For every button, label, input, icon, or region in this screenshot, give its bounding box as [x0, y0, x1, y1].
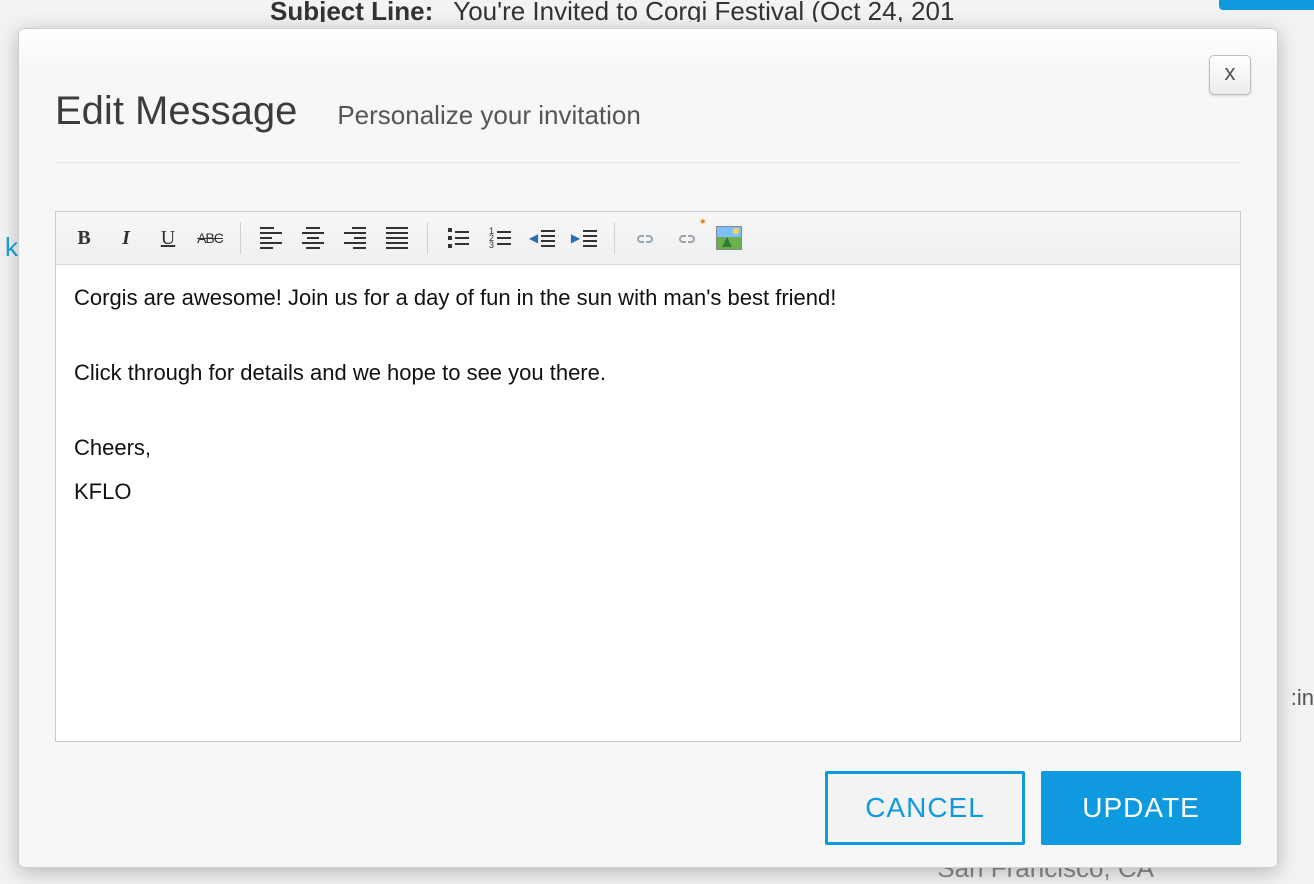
- message-paragraph: Corgis are awesome! Join us for a day of…: [74, 283, 1222, 314]
- align-right-button[interactable]: [337, 221, 373, 255]
- unordered-list-button[interactable]: [440, 221, 476, 255]
- modal-title: Edit Message: [55, 89, 297, 134]
- align-justify-button[interactable]: [379, 221, 415, 255]
- background-left-text-fragment: k: [0, 232, 18, 263]
- toolbar-separator: [427, 222, 428, 254]
- message-paragraph: Cheers,: [74, 433, 1222, 464]
- message-signature: KFLO: [74, 477, 1222, 508]
- remove-link-button[interactable]: ✶: [669, 221, 705, 255]
- insert-link-button[interactable]: [627, 221, 663, 255]
- message-body-input[interactable]: Corgis are awesome! Join us for a day of…: [56, 265, 1240, 741]
- bold-button[interactable]: B: [66, 221, 102, 255]
- indent-button[interactable]: ▶: [566, 221, 602, 255]
- subject-line-value: You're Invited to Corgi Festival (Oct 24…: [453, 0, 954, 22]
- ordered-list-button[interactable]: 123: [482, 221, 518, 255]
- ordered-list-icon: 123: [489, 228, 511, 248]
- edit-message-modal: x Edit Message Personalize your invitati…: [18, 28, 1278, 868]
- toolbar-separator: [614, 222, 615, 254]
- close-icon: x: [1225, 60, 1236, 85]
- cancel-button[interactable]: CANCEL: [825, 771, 1025, 845]
- unlink-icon: [675, 232, 699, 244]
- align-center-icon: [302, 227, 324, 249]
- subject-line-row: Subject Line: You're Invited to Corgi Fe…: [0, 0, 1314, 22]
- editor-toolbar: B I U ABC: [56, 212, 1240, 265]
- italic-icon: I: [122, 227, 130, 250]
- unordered-list-icon: [448, 228, 469, 248]
- background-top-right-button-fragment: [1219, 0, 1314, 10]
- align-center-button[interactable]: [295, 221, 331, 255]
- align-left-icon: [260, 227, 282, 249]
- cancel-button-label: CANCEL: [865, 792, 985, 824]
- underline-icon: U: [161, 227, 175, 250]
- close-button[interactable]: x: [1209, 55, 1251, 95]
- unlink-spark-icon: ✶: [699, 217, 707, 228]
- bold-icon: B: [77, 227, 90, 250]
- insert-image-button[interactable]: [711, 221, 747, 255]
- strikethrough-icon: ABC: [197, 230, 223, 246]
- image-icon: [716, 226, 742, 250]
- strikethrough-button[interactable]: ABC: [192, 221, 228, 255]
- background-right-text-fragment: :in: [1291, 685, 1314, 711]
- modal-footer: CANCEL UPDATE: [825, 771, 1241, 845]
- modal-subtitle: Personalize your invitation: [337, 100, 641, 131]
- italic-button[interactable]: I: [108, 221, 144, 255]
- update-button[interactable]: UPDATE: [1041, 771, 1241, 845]
- align-right-icon: [344, 227, 366, 249]
- underline-button[interactable]: U: [150, 221, 186, 255]
- indent-icon: ▶: [571, 230, 597, 247]
- link-icon: [633, 232, 657, 244]
- outdent-button[interactable]: ◀: [524, 221, 560, 255]
- outdent-icon: ◀: [529, 230, 555, 247]
- update-button-label: UPDATE: [1082, 792, 1200, 824]
- rich-text-editor: B I U ABC: [55, 211, 1241, 742]
- align-justify-icon: [386, 227, 408, 249]
- toolbar-separator: [240, 222, 241, 254]
- modal-header: Edit Message Personalize your invitation: [55, 59, 1241, 163]
- subject-line-label: Subject Line:: [270, 0, 433, 22]
- message-paragraph: Click through for details and we hope to…: [74, 358, 1222, 389]
- align-left-button[interactable]: [253, 221, 289, 255]
